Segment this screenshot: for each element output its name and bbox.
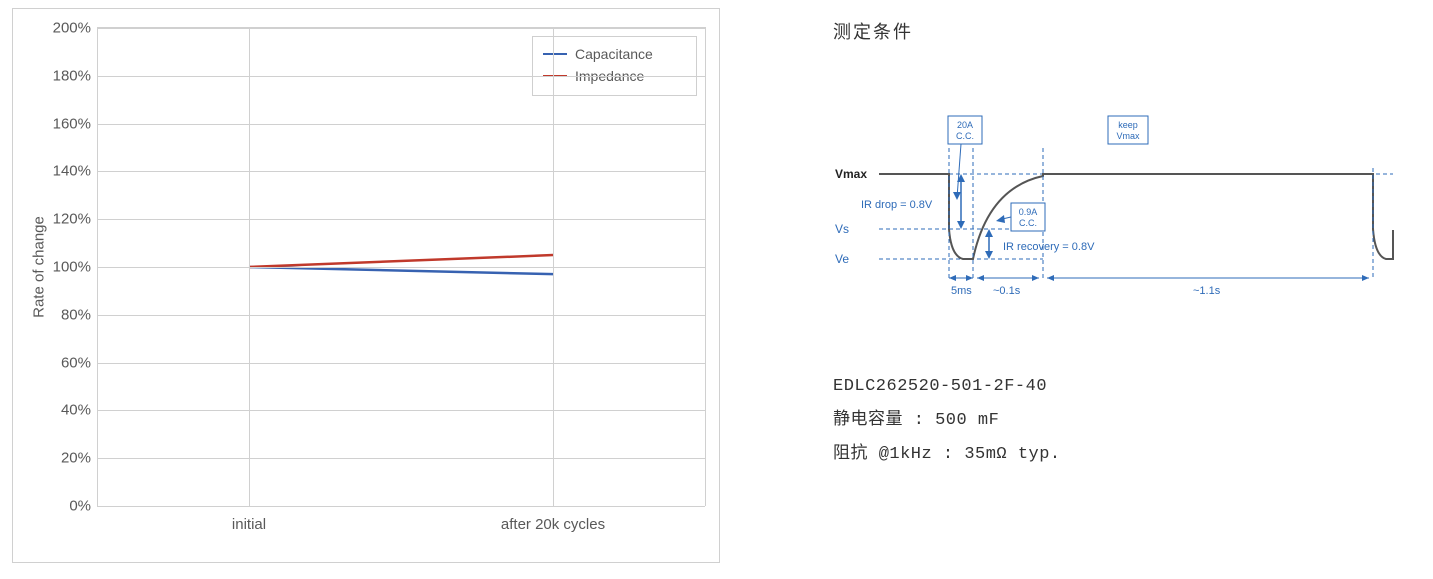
t-01s: ~0.1s xyxy=(993,285,1021,297)
t-5ms: 5ms xyxy=(951,285,972,297)
legend-row: Capacitance xyxy=(543,43,686,65)
t-11s: ~1.1s xyxy=(1193,285,1221,297)
box-keep-line1: keep xyxy=(1118,120,1138,130)
ve-label: Ve xyxy=(835,252,849,266)
measurement-condition-diagram: Vmax Vs Ve IR drop = 0.8V IR recovery xyxy=(833,108,1403,318)
series-impedance xyxy=(249,255,553,267)
y-tick: 140% xyxy=(15,163,91,180)
capacitance-spec: 静电容量 : 500 mF xyxy=(833,404,1061,438)
box-keep-line2: Vmax xyxy=(1116,131,1140,141)
y-tick: 20% xyxy=(15,450,91,467)
y-tick: 40% xyxy=(15,402,91,419)
waveform xyxy=(879,174,1393,259)
y-tick: 200% xyxy=(15,20,91,37)
impedance-spec: 阻抗 @1kHz : 35mΩ typ. xyxy=(833,438,1061,472)
component-spec: EDLC262520-501-2F-40 静电容量 : 500 mF 阻抗 @1… xyxy=(833,370,1061,472)
legend-swatch xyxy=(543,53,567,55)
box-09a-line2: C.C. xyxy=(1019,218,1037,228)
ir-recovery-label: IR recovery = 0.8V xyxy=(1003,241,1095,253)
part-number: EDLC262520-501-2F-40 xyxy=(833,370,1061,404)
rate-of-change-chart: Rate of change CapacitanceImpedance 0%20… xyxy=(12,8,720,563)
y-tick: 60% xyxy=(15,354,91,371)
x-tick: initial xyxy=(232,516,266,533)
y-tick: 80% xyxy=(15,306,91,323)
series-capacitance xyxy=(249,267,553,274)
y-tick: 0% xyxy=(15,498,91,515)
box-20a-line2: C.C. xyxy=(956,131,974,141)
x-tick: after 20k cycles xyxy=(501,516,605,533)
y-tick: 160% xyxy=(15,115,91,132)
ir-drop-label: IR drop = 0.8V xyxy=(861,199,933,211)
vmax-label: Vmax xyxy=(835,167,867,181)
measurement-conditions-title: 测定条件 xyxy=(833,18,913,44)
box-09a-line1: 0.9A xyxy=(1019,207,1038,217)
y-tick: 180% xyxy=(15,67,91,84)
y-tick: 100% xyxy=(15,259,91,276)
y-tick: 120% xyxy=(15,211,91,228)
box-20a-line1: 20A xyxy=(957,120,973,130)
vs-label: Vs xyxy=(835,222,849,236)
chart-legend: CapacitanceImpedance xyxy=(532,36,697,96)
legend-label: Capacitance xyxy=(575,46,653,62)
